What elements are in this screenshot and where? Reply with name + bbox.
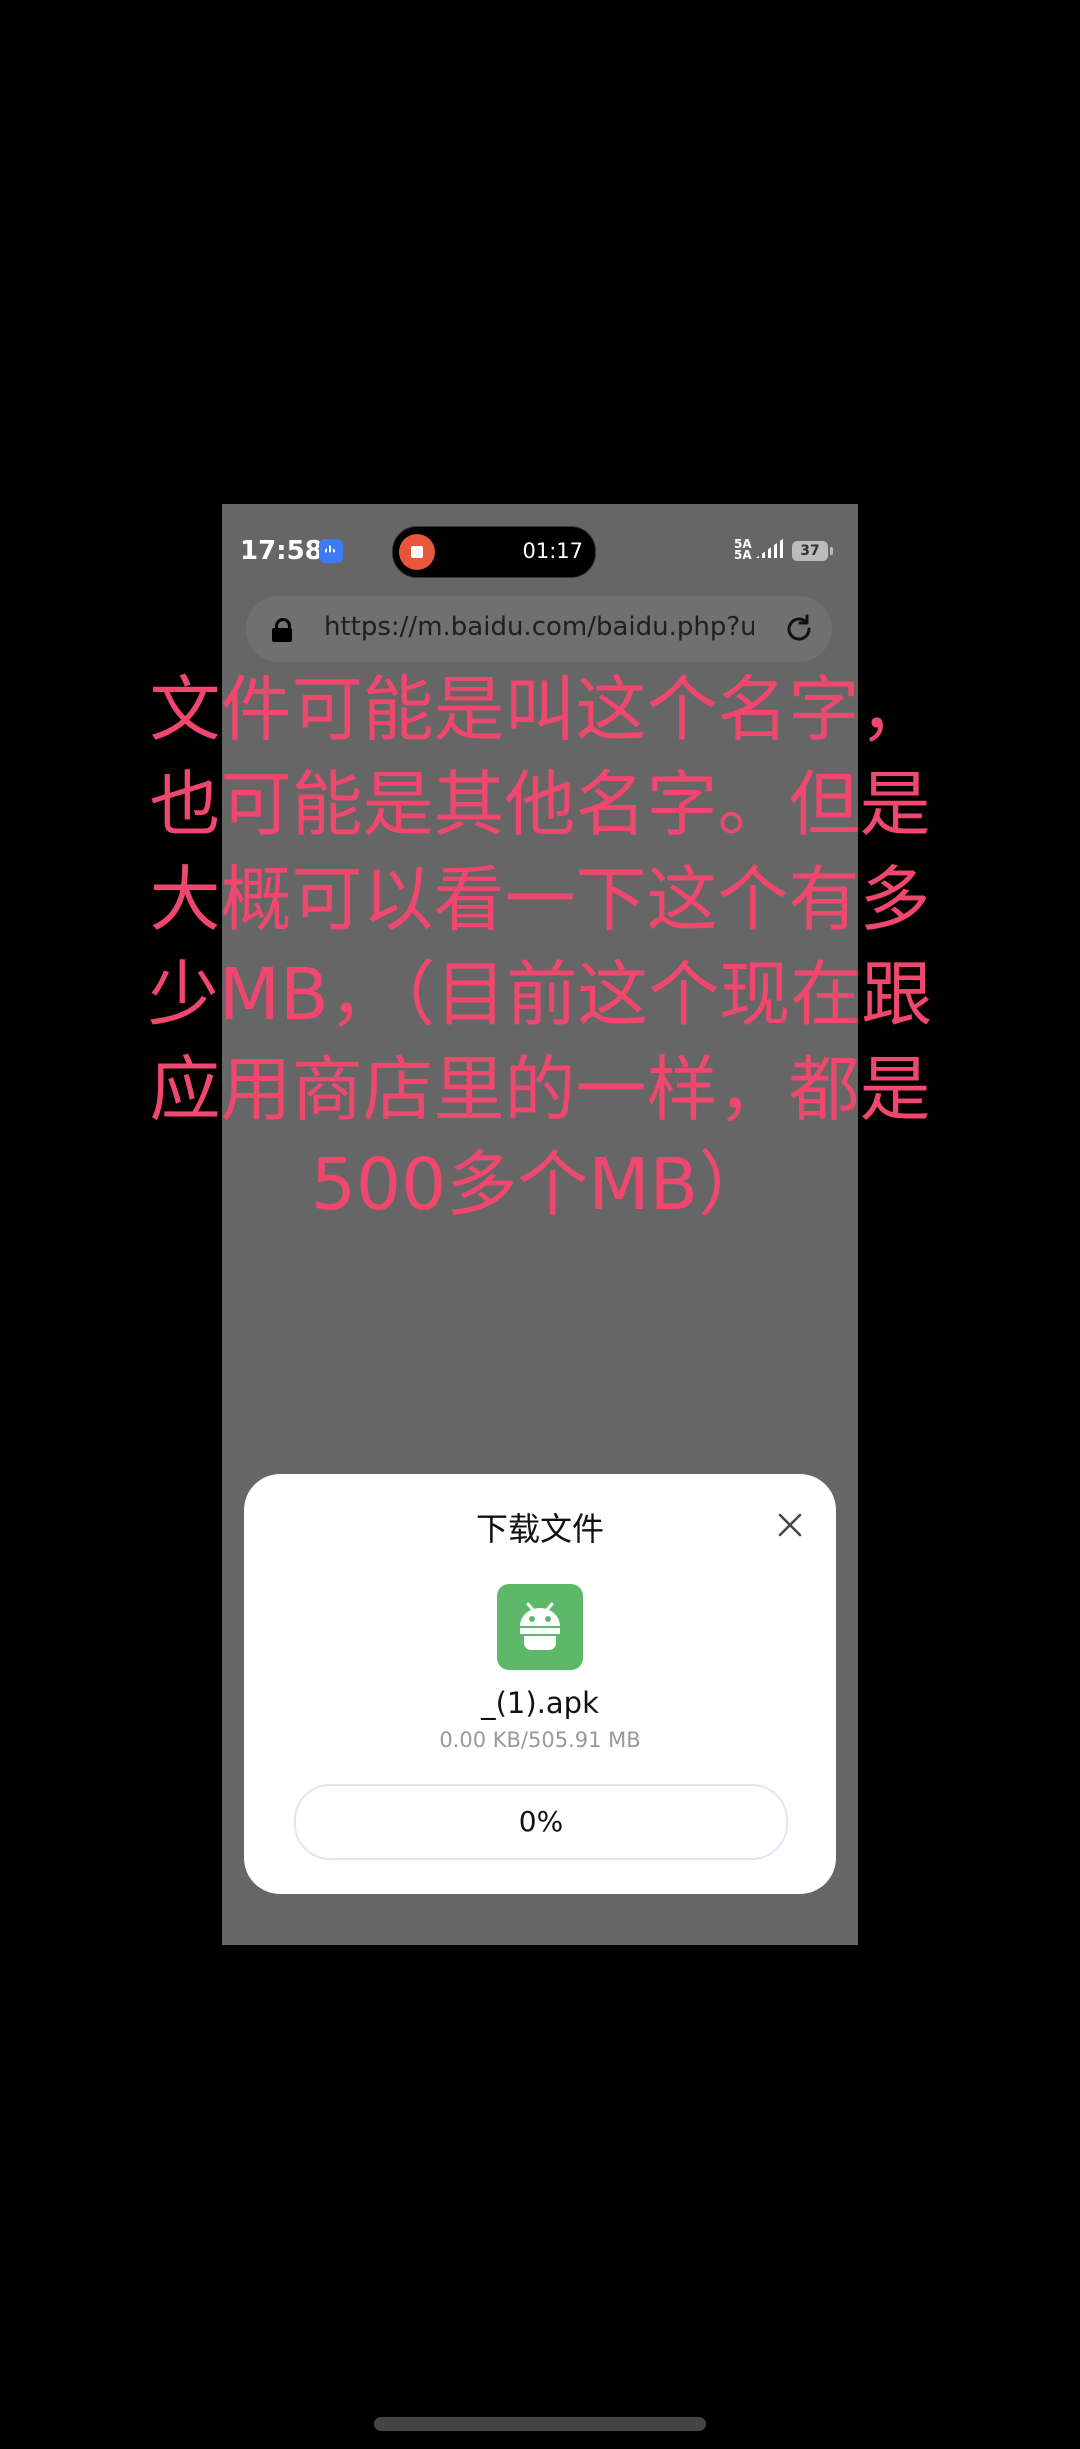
file-name: _(1).apk <box>481 1686 599 1720</box>
voice-assistant-icon <box>319 539 343 563</box>
download-dialog: 下载文件 _(1).apk 0.00 KB/505.91 MB 0% <box>244 1474 836 1894</box>
progress-label: 0% <box>518 1805 564 1838</box>
android-robot-icon <box>520 1602 560 1650</box>
signal-labels: 5A 5A <box>734 538 752 562</box>
lock-icon <box>272 618 292 642</box>
android-app-icon <box>497 1584 583 1670</box>
battery-icon: 37 <box>792 541 833 561</box>
close-icon[interactable] <box>775 1510 805 1540</box>
signal-strength-icon <box>756 538 784 558</box>
reload-icon[interactable] <box>782 612 816 646</box>
stop-recording-icon[interactable] <box>399 534 435 570</box>
home-indicator[interactable] <box>374 2417 706 2431</box>
screen-recording-pill[interactable]: 01:17 <box>392 526 596 578</box>
file-size: 0.00 KB/505.91 MB <box>439 1728 641 1752</box>
recording-time: 01:17 <box>522 539 583 563</box>
status-bar: 17:58 01:17 5A 5A 37 <box>222 504 858 596</box>
signal-label-bottom: 5A <box>734 548 752 562</box>
download-progress-button[interactable]: 0% <box>294 1784 788 1860</box>
url-text[interactable]: https://m.baidu.com/baidu.php?url <box>324 612 754 642</box>
status-time: 17:58 <box>240 536 323 566</box>
address-bar[interactable]: https://m.baidu.com/baidu.php?url <box>246 596 832 662</box>
annotation-text: 文件可能是叫这个名字，也可能是其他名字。但是大概可以看一下这个有多少MB，（目前… <box>147 668 933 1226</box>
dialog-title: 下载文件 <box>475 1510 604 1548</box>
